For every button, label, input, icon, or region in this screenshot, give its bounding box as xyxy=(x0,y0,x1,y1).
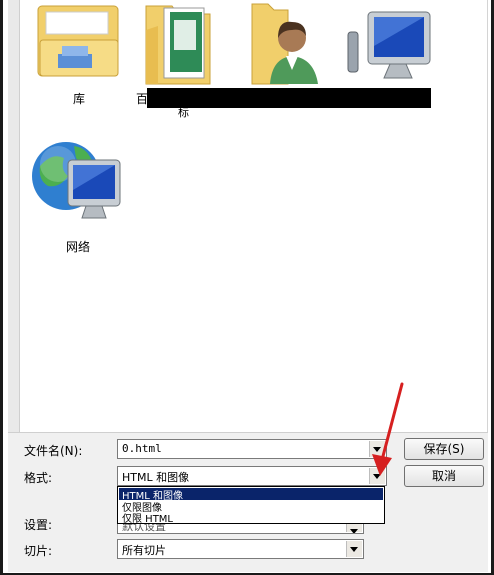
format-value: HTML 和图像 xyxy=(122,471,190,484)
format-dropdown-list[interactable]: HTML 和图像 仅限图像 仅限 HTML xyxy=(117,486,385,525)
redaction-bar xyxy=(147,88,431,108)
filename-value: 0.html xyxy=(122,442,162,455)
slices-select[interactable]: 所有切片 xyxy=(117,539,364,559)
filename-input[interactable]: 0.html xyxy=(117,439,387,459)
settings-label: 设置: xyxy=(24,518,53,532)
filename-label: 文件名(N): xyxy=(24,444,83,458)
spreadsheet-folder-icon xyxy=(142,0,214,86)
slices-value: 所有切片 xyxy=(122,544,166,557)
computer-icon xyxy=(344,6,434,86)
library-folder-icon xyxy=(36,0,122,80)
user-folder-icon xyxy=(248,0,328,86)
obscured-label-fragment: 标 xyxy=(178,106,189,119)
format-label: 格式: xyxy=(24,471,53,485)
settings-dropdown-arrow[interactable] xyxy=(346,524,362,533)
navigation-pane-edge xyxy=(8,0,20,432)
annotation-arrow-icon xyxy=(360,380,410,480)
dropdown-option-label: 仅限 HTML xyxy=(122,514,174,525)
cancel-button[interactable]: 取消 xyxy=(404,465,484,487)
settings-select[interactable]: 默认设置 xyxy=(117,524,364,534)
network-item[interactable]: 网络 xyxy=(30,136,130,256)
computer-item[interactable] xyxy=(344,6,434,92)
network-icon xyxy=(30,136,126,226)
item-label: 网络 xyxy=(66,240,91,254)
settings-value: 默认设置 xyxy=(122,524,166,533)
format-select[interactable]: HTML 和图像 xyxy=(117,466,387,486)
slices-dropdown-arrow[interactable] xyxy=(346,541,362,557)
dropdown-option[interactable]: 仅限 HTML xyxy=(119,511,383,525)
save-button[interactable]: 保存(S) xyxy=(404,438,484,460)
item-label: 库 xyxy=(72,92,85,106)
library-item[interactable]: 库 xyxy=(34,0,124,110)
slices-label: 切片: xyxy=(24,544,53,558)
